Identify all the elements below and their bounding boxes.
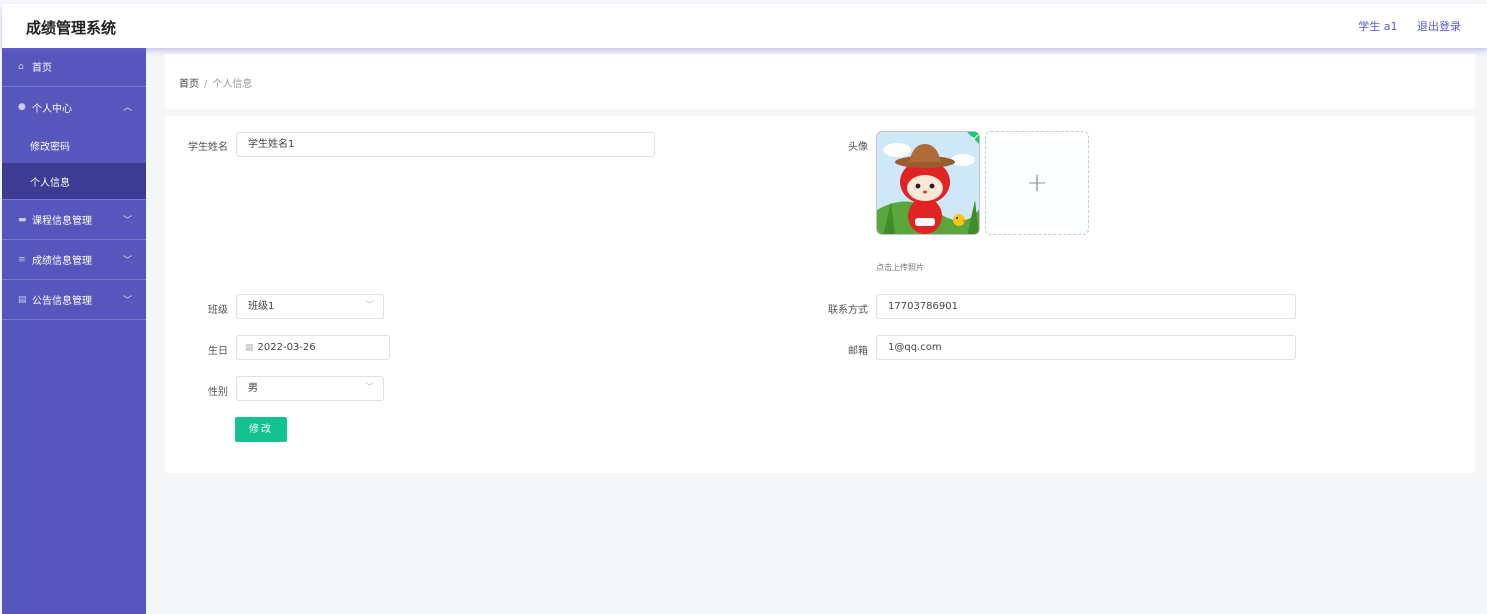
- upload-tip: 点击上传照片: [876, 263, 924, 272]
- sidebar-item-label: 课程信息管理: [32, 216, 92, 227]
- birthday-value: 2022-03-26: [257, 342, 316, 353]
- sidebar-group-personal: ● 个人中心 ︿ 修改密码 个人信息: [2, 87, 146, 200]
- course-icon: ▬: [18, 214, 27, 225]
- header-actions: 学生 a1 退出登录: [1342, 18, 1461, 34]
- chevron-down-icon: ﹀: [122, 216, 132, 226]
- sidebar: ⌂ 首页 ● 个人中心 ︿ 修改密码 个人信息 ▬ 课程信息管理 ﹀ ≡ 成绩信…: [2, 47, 146, 614]
- contact-label: 联系方式: [828, 305, 868, 316]
- sidebar-item-label: 首页: [32, 63, 52, 74]
- plus-icon: +: [1026, 168, 1048, 198]
- chevron-down-icon: ﹀: [122, 256, 132, 266]
- contact-input[interactable]: 17703786901: [876, 294, 1296, 319]
- submit-button[interactable]: 修改: [235, 417, 287, 442]
- breadcrumb: 首页 / 个人信息: [179, 75, 252, 90]
- app-title: 成绩管理系统: [26, 19, 117, 37]
- sidebar-item-personal-center[interactable]: ● 个人中心 ︿: [2, 87, 146, 127]
- list-icon: ≡: [18, 254, 26, 265]
- sidebar-item-score[interactable]: ≡ 成绩信息管理 ﹀: [2, 240, 146, 280]
- sidebar-item-notice[interactable]: ▤ 公告信息管理 ﹀: [2, 280, 146, 320]
- avatar-picture: [877, 132, 979, 234]
- name-label: 学生姓名: [188, 142, 228, 153]
- top-navbar: 成绩管理系统 学生 a1 退出登录: [2, 4, 1487, 48]
- avatar-image[interactable]: [876, 131, 980, 235]
- profile-form: 学生姓名 学生姓名1 头像 + 点击上传照片 班级 班级1 ﹀ 联系方式 177…: [165, 116, 1475, 473]
- sidebar-item-label: 成绩信息管理: [32, 256, 92, 267]
- class-label: 班级: [208, 305, 228, 316]
- chevron-down-icon: ﹀: [364, 383, 374, 393]
- gender-value: 男: [248, 383, 258, 394]
- current-user[interactable]: 学生 a1: [1358, 20, 1397, 33]
- breadcrumb-separator: /: [204, 79, 208, 90]
- birthday-picker[interactable]: ▦ 2022-03-26: [236, 335, 390, 360]
- chevron-down-icon: ﹀: [364, 301, 374, 311]
- class-select[interactable]: 班级1 ﹀: [236, 294, 384, 319]
- breadcrumb-home[interactable]: 首页: [179, 79, 199, 90]
- sidebar-item-course[interactable]: ▬ 课程信息管理 ﹀: [2, 200, 146, 240]
- name-input[interactable]: 学生姓名1: [236, 132, 655, 157]
- sidebar-item-change-password[interactable]: 修改密码: [2, 127, 146, 163]
- email-input[interactable]: 1@qq.com: [876, 335, 1296, 360]
- gender-select[interactable]: 男 ﹀: [236, 376, 384, 401]
- birthday-label: 生日: [208, 346, 228, 357]
- sidebar-item-home[interactable]: ⌂ 首页: [2, 47, 146, 87]
- gender-label: 性别: [208, 387, 228, 398]
- avatar-label: 头像: [848, 142, 868, 153]
- sidebar-item-personal-info[interactable]: 个人信息: [2, 163, 146, 199]
- sidebar-item-label: 个人中心: [32, 103, 72, 115]
- sidebar-item-label: 公告信息管理: [32, 296, 92, 307]
- upload-button[interactable]: +: [985, 131, 1089, 235]
- breadcrumb-current: 个人信息: [212, 79, 253, 90]
- logout-link[interactable]: 退出登录: [1417, 20, 1461, 33]
- calendar-icon: ▦: [245, 343, 254, 353]
- home-icon: ⌂: [18, 61, 24, 72]
- breadcrumb-panel: 首页 / 个人信息: [165, 54, 1475, 109]
- class-value: 班级1: [248, 301, 275, 312]
- chevron-down-icon: ﹀: [122, 296, 132, 306]
- user-icon: ●: [18, 102, 26, 112]
- notice-icon: ▤: [18, 294, 27, 305]
- chevron-up-icon: ︿: [122, 103, 132, 113]
- email-label: 邮箱: [848, 346, 868, 357]
